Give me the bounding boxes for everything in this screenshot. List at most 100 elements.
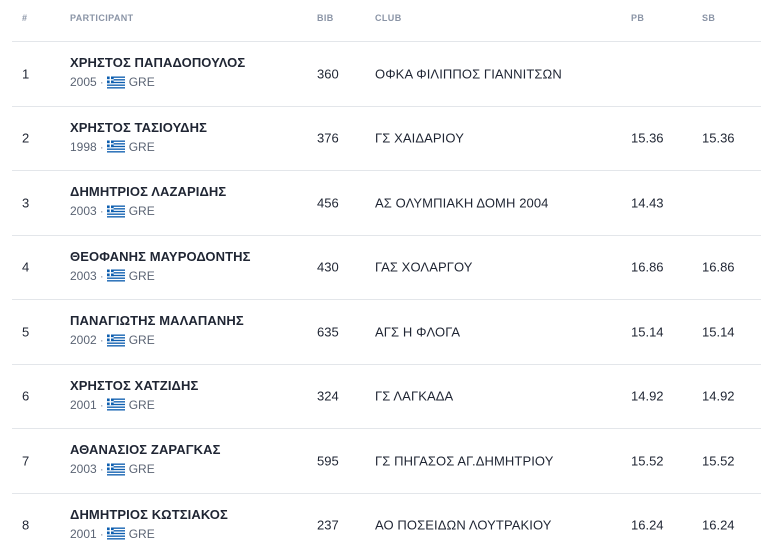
athlete-name[interactable]: ΔΗΜΗΤΡΙΟΣ ΚΩΤΣΙΑΚΟΣ xyxy=(70,507,228,522)
table-row[interactable]: 6 ΧΡΗΣΤΟΣ ΧΑΤΖΙΔΗΣ 2001 · GRE 324 xyxy=(12,365,761,430)
athlete-meta: 2003 · GRE xyxy=(70,204,226,218)
results-table: # PARTICIPANT BIB CLUB PB SB 1 ΧΡΗΣΤΟΣ Π… xyxy=(12,0,761,557)
birth-year: 2003 xyxy=(70,204,97,218)
athlete-meta: 2003 · GRE xyxy=(70,462,221,476)
country-code: GRE xyxy=(129,140,155,154)
greece-flag-icon xyxy=(107,463,125,476)
birth-year: 2001 xyxy=(70,527,97,541)
meta-separator: · xyxy=(100,398,104,412)
athlete-meta: 2001 · GRE xyxy=(70,398,198,412)
country-code: GRE xyxy=(129,333,155,347)
sb-cell: 16.24 xyxy=(702,518,735,533)
table-row[interactable]: 4 ΘΕΟΦΑΝΗΣ ΜΑΥΡΟΔΟΝΤΗΣ 2003 · GRE 43 xyxy=(12,236,761,301)
meta-separator: · xyxy=(100,527,104,541)
club-cell: ΑΣ ΟΛΥΜΠΙΑΚΗ ΔΟΜΗ 2004 xyxy=(375,195,549,210)
pb-cell: 15.52 xyxy=(631,453,664,468)
sb-cell: 16.86 xyxy=(702,260,735,275)
rank-cell: 1 xyxy=(22,66,29,81)
athlete-name[interactable]: ΠΑΝΑΓΙΩΤΗΣ ΜΑΛΑΠΑΝΗΣ xyxy=(70,313,244,328)
meta-separator: · xyxy=(100,462,104,476)
rank-cell: 3 xyxy=(22,195,29,210)
athlete-name[interactable]: ΘΕΟΦΑΝΗΣ ΜΑΥΡΟΔΟΝΤΗΣ xyxy=(70,249,251,264)
pb-cell: 14.43 xyxy=(631,195,664,210)
athlete-name[interactable]: ΑΘΑΝΑΣΙΟΣ ΖΑΡΑΓΚΑΣ xyxy=(70,442,221,457)
club-cell: ΑΟ ΠΟΣΕΙΔΩΝ ΛΟΥΤΡΑΚΙΟΥ xyxy=(375,518,552,533)
sb-cell: 15.14 xyxy=(702,324,735,339)
participant-cell[interactable]: ΧΡΗΣΤΟΣ ΧΑΤΖΙΔΗΣ 2001 · GRE xyxy=(70,378,198,412)
rank-cell: 8 xyxy=(22,518,29,533)
athlete-name[interactable]: ΧΡΗΣΤΟΣ ΧΑΤΖΙΔΗΣ xyxy=(70,378,198,393)
sb-cell: 15.36 xyxy=(702,131,735,146)
country-code: GRE xyxy=(129,204,155,218)
table-header: # PARTICIPANT BIB CLUB PB SB xyxy=(12,0,761,42)
header-rank: # xyxy=(22,13,27,23)
greece-flag-icon xyxy=(107,140,125,153)
pb-cell: 15.14 xyxy=(631,324,664,339)
club-cell: ΑΓΣ Η ΦΛΟΓΑ xyxy=(375,324,460,339)
pb-cell: 16.24 xyxy=(631,518,664,533)
athlete-name[interactable]: ΧΡΗΣΤΟΣ ΤΑΣΙΟΥΔΗΣ xyxy=(70,120,207,135)
header-participant: PARTICIPANT xyxy=(70,13,134,23)
athlete-meta: 2005 · GRE xyxy=(70,75,245,89)
table-row[interactable]: 3 ΔΗΜΗΤΡΙΟΣ ΛΑΖΑΡΙΔΗΣ 2003 · GRE 456 xyxy=(12,171,761,236)
sb-cell: 15.52 xyxy=(702,453,735,468)
bib-cell: 324 xyxy=(317,389,339,404)
bib-cell: 595 xyxy=(317,453,339,468)
participant-cell[interactable]: ΔΗΜΗΤΡΙΟΣ ΚΩΤΣΙΑΚΟΣ 2001 · GRE xyxy=(70,507,228,541)
meta-separator: · xyxy=(100,333,104,347)
club-cell: ΓΣ ΛΑΓΚΑΔΑ xyxy=(375,389,453,404)
greece-flag-icon xyxy=(107,76,125,89)
birth-year: 2005 xyxy=(70,75,97,89)
bib-cell: 376 xyxy=(317,131,339,146)
header-club: CLUB xyxy=(375,13,402,23)
table-row[interactable]: 1 ΧΡΗΣΤΟΣ ΠΑΠΑΔΟΠΟΥΛΟΣ 2005 · GRE 36 xyxy=(12,42,761,107)
participant-cell[interactable]: ΑΘΑΝΑΣΙΟΣ ΖΑΡΑΓΚΑΣ 2003 · GRE xyxy=(70,442,221,476)
sb-cell: 14.92 xyxy=(702,389,735,404)
athlete-name[interactable]: ΔΗΜΗΤΡΙΟΣ ΛΑΖΑΡΙΔΗΣ xyxy=(70,184,226,199)
greece-flag-icon xyxy=(107,205,125,218)
participant-cell[interactable]: ΠΑΝΑΓΙΩΤΗΣ ΜΑΛΑΠΑΝΗΣ 2002 · GRE xyxy=(70,313,244,347)
participant-cell[interactable]: ΘΕΟΦΑΝΗΣ ΜΑΥΡΟΔΟΝΤΗΣ 2003 · GRE xyxy=(70,249,251,283)
bib-cell: 635 xyxy=(317,324,339,339)
meta-separator: · xyxy=(100,140,104,154)
table-row[interactable]: 8 ΔΗΜΗΤΡΙΟΣ ΚΩΤΣΙΑΚΟΣ 2001 · GRE 237 xyxy=(12,494,761,557)
birth-year: 2003 xyxy=(70,462,97,476)
rank-cell: 6 xyxy=(22,389,29,404)
meta-separator: · xyxy=(100,204,104,218)
header-sb: SB xyxy=(702,13,715,23)
bib-cell: 237 xyxy=(317,518,339,533)
club-cell: ΓΣ ΧΑΙΔΑΡΙΟΥ xyxy=(375,131,464,146)
participant-cell[interactable]: ΔΗΜΗΤΡΙΟΣ ΛΑΖΑΡΙΔΗΣ 2003 · GRE xyxy=(70,184,226,218)
bib-cell: 430 xyxy=(317,260,339,275)
country-code: GRE xyxy=(129,269,155,283)
pb-cell: 14.92 xyxy=(631,389,664,404)
country-code: GRE xyxy=(129,527,155,541)
athlete-meta: 2001 · GRE xyxy=(70,527,228,541)
country-code: GRE xyxy=(129,398,155,412)
meta-separator: · xyxy=(100,269,104,283)
country-code: GRE xyxy=(129,75,155,89)
participant-cell[interactable]: ΧΡΗΣΤΟΣ ΠΑΠΑΔΟΠΟΥΛΟΣ 2005 · GRE xyxy=(70,55,245,89)
pb-cell: 16.86 xyxy=(631,260,664,275)
club-cell: ΟΦΚΑ ΦΙΛΙΠΠΟΣ ΓΙΑΝΝΙΤΣΩΝ xyxy=(375,66,562,81)
table-row[interactable]: 7 ΑΘΑΝΑΣΙΟΣ ΖΑΡΑΓΚΑΣ 2003 · GRE 595 xyxy=(12,429,761,494)
birth-year: 2001 xyxy=(70,398,97,412)
rank-cell: 5 xyxy=(22,324,29,339)
header-bib: BIB xyxy=(317,13,334,23)
table-row[interactable]: 5 ΠΑΝΑΓΙΩΤΗΣ ΜΑΛΑΠΑΝΗΣ 2002 · GRE 63 xyxy=(12,300,761,365)
rank-cell: 2 xyxy=(22,131,29,146)
athlete-meta: 2002 · GRE xyxy=(70,333,244,347)
table-row[interactable]: 2 ΧΡΗΣΤΟΣ ΤΑΣΙΟΥΔΗΣ 1998 · GRE 376 xyxy=(12,107,761,172)
greece-flag-icon xyxy=(107,269,125,282)
bib-cell: 360 xyxy=(317,66,339,81)
bib-cell: 456 xyxy=(317,195,339,210)
athlete-name[interactable]: ΧΡΗΣΤΟΣ ΠΑΠΑΔΟΠΟΥΛΟΣ xyxy=(70,55,245,70)
country-code: GRE xyxy=(129,462,155,476)
greece-flag-icon xyxy=(107,334,125,347)
birth-year: 2002 xyxy=(70,333,97,347)
greece-flag-icon xyxy=(107,527,125,540)
meta-separator: · xyxy=(100,75,104,89)
athlete-meta: 2003 · GRE xyxy=(70,269,251,283)
participant-cell[interactable]: ΧΡΗΣΤΟΣ ΤΑΣΙΟΥΔΗΣ 1998 · GRE xyxy=(70,120,207,154)
rank-cell: 7 xyxy=(22,453,29,468)
